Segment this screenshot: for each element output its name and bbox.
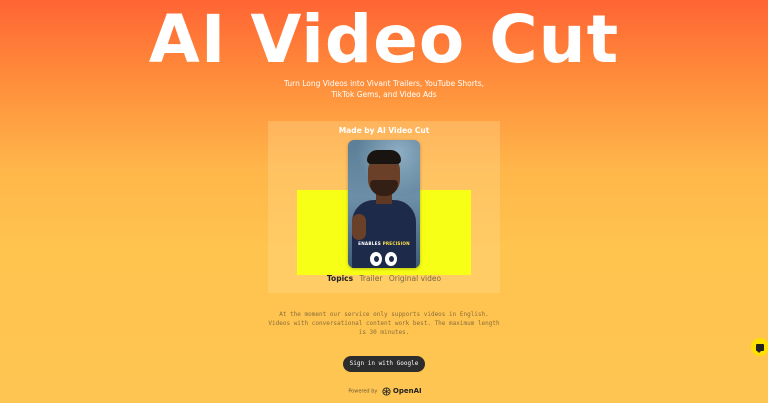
openai-brand-link[interactable]: OpenAI <box>382 386 422 396</box>
google-signin-button[interactable]: Sign in with Google <box>343 356 425 372</box>
video-person-hair <box>367 150 401 164</box>
tab-original-video[interactable]: Original video <box>389 274 441 283</box>
tab-topics[interactable]: Topics <box>327 274 353 283</box>
tab-trailer[interactable]: Trailer <box>359 274 382 283</box>
video-subtitle-prefix: ENABLES <box>358 241 383 246</box>
shirt-graphic-eyes-icon <box>370 252 398 268</box>
video-subtitle: ENABLES PRECISION <box>348 241 420 246</box>
powered-by: Powered by OpenAI <box>330 386 440 397</box>
service-notice: At the moment our service only supports … <box>268 311 500 336</box>
chat-bubble-icon <box>756 343 764 353</box>
demo-tabs: Topics Trailer Original video <box>268 274 500 283</box>
video-subtitle-highlight: PRECISION <box>382 241 410 246</box>
page-title: AI Video Cut <box>148 1 620 78</box>
video-person-hand <box>352 214 366 240</box>
demo-caption: Made by AI Video Cut <box>338 126 430 135</box>
openai-logo-icon <box>382 386 391 396</box>
chat-widget-button[interactable] <box>751 338 768 356</box>
video-preview[interactable]: ENABLES PRECISION <box>348 140 420 268</box>
powered-by-label: Powered by <box>348 388 378 395</box>
page-subtitle: Turn Long Videos into Vivant Trailers, Y… <box>283 79 485 99</box>
openai-brand-label: OpenAI <box>392 387 422 395</box>
